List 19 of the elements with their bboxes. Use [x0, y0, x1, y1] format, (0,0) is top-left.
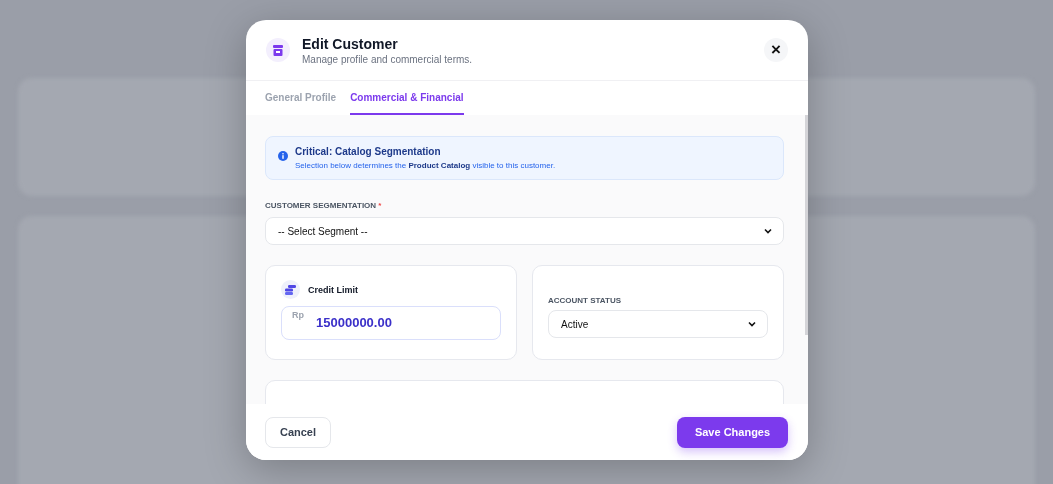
chevron-down-icon [763, 226, 773, 236]
dialog-title: Edit Customer [302, 35, 399, 52]
notice-text: Selection below determines the Product Catalog visible to this customer. [295, 161, 556, 170]
status-select[interactable]: Active [548, 310, 768, 338]
credit-title: Credit Limit [308, 284, 358, 295]
field-label: CUSTOMER SEGMENTATION [265, 201, 377, 210]
save-button[interactable]: Save Changes [677, 416, 788, 448]
close-button[interactable]: × [764, 38, 788, 62]
info-icon [278, 151, 288, 161]
required-mark: * [378, 201, 382, 210]
segment-select[interactable]: -- Select Segment -- [265, 217, 784, 245]
credit-input[interactable]: Rp 15000000.00 [281, 306, 501, 340]
cancel-button[interactable]: Cancel [265, 416, 331, 448]
notice-title: Critical: Catalog Segmentation [295, 146, 442, 157]
dialog-subtitle: Manage profile and commercial terms. [302, 53, 474, 65]
field-label: ACCOUNT STATUS [548, 296, 623, 305]
store-icon [272, 44, 284, 56]
coins-icon [285, 284, 296, 295]
chevron-down-icon [747, 319, 757, 329]
